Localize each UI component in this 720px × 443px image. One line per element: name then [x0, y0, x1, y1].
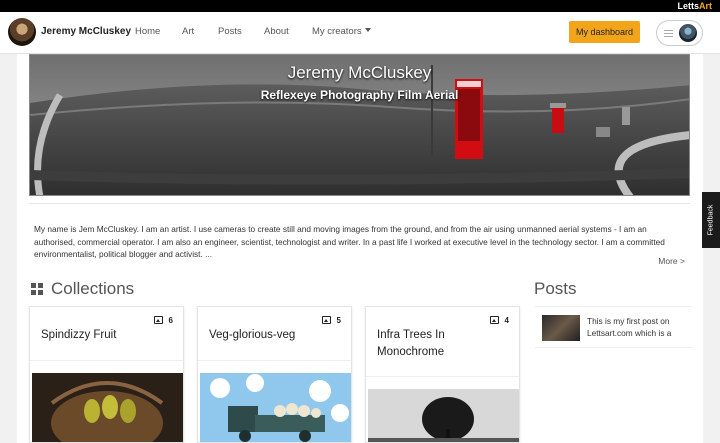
- banner-subtitle: Reflexeye Photography Film Aerial: [260, 88, 459, 102]
- collection-title: Spindizzy Fruit: [41, 329, 117, 341]
- user-avatar[interactable]: [8, 18, 36, 46]
- collection-card[interactable]: 4 Infra Trees In Monochrome: [365, 306, 520, 443]
- nav-link-art[interactable]: Art: [182, 26, 194, 37]
- feedback-label: Feedback: [707, 204, 715, 236]
- collection-title: Infra Trees In Monochrome: [377, 329, 445, 358]
- collection-count: 5: [336, 316, 341, 325]
- nav-link-posts[interactable]: Posts: [218, 26, 242, 37]
- nav-link-about[interactable]: About: [264, 26, 289, 37]
- banner-title: Jeremy McCluskey: [287, 63, 432, 82]
- collection-count: 6: [168, 316, 173, 325]
- card-divider: [30, 360, 183, 361]
- image-icon: [154, 316, 163, 324]
- divider: [29, 203, 690, 204]
- collection-image: [368, 389, 519, 442]
- brand-prefix: Letts: [677, 1, 699, 11]
- profile-banner: Jeremy McCluskey Reflexeye Photography F…: [29, 54, 690, 196]
- image-icon: [490, 316, 499, 324]
- my-dashboard-button[interactable]: My dashboard: [569, 21, 640, 43]
- collection-card[interactable]: 6 Spindizzy Fruit: [29, 306, 184, 443]
- card-divider: [366, 376, 519, 377]
- account-menu-button[interactable]: [656, 20, 703, 46]
- nav-link-home[interactable]: Home: [135, 26, 160, 37]
- grid-icon: [31, 283, 44, 296]
- account-avatar: [679, 24, 697, 42]
- brand-suffix: Art: [699, 1, 712, 11]
- card-divider: [198, 360, 351, 361]
- collection-card[interactable]: 5 Veg-glorious-veg: [197, 306, 352, 443]
- bio-text: My name is Jem McCluskey. I am an artist…: [34, 224, 665, 260]
- post-item[interactable]: This is my first post on Lettsart.com wh…: [535, 306, 692, 348]
- chevron-down-icon[interactable]: [365, 28, 371, 32]
- collection-image: [200, 373, 351, 442]
- hamburger-icon: [664, 30, 673, 37]
- user-name-link[interactable]: Jeremy McCluskey: [41, 26, 131, 37]
- nav-link-my-creators[interactable]: My creators: [312, 26, 362, 37]
- top-strip: LettsArt: [0, 0, 720, 12]
- posts-heading: Posts: [534, 279, 577, 298]
- collection-title: Veg-glorious-veg: [209, 329, 296, 341]
- collection-image: [32, 373, 183, 442]
- post-excerpt: This is my first post on Lettsart.com wh…: [587, 316, 672, 338]
- nav-bar: Jeremy McCluskey Home Art Posts About My…: [0, 12, 720, 54]
- image-icon: [322, 316, 331, 324]
- profile-content: Jeremy McCluskey Reflexeye Photography F…: [17, 54, 703, 443]
- collections-heading: Collections: [51, 279, 135, 298]
- lettsart-logo[interactable]: LettsArt: [677, 0, 712, 12]
- more-link[interactable]: More >: [658, 256, 685, 266]
- post-thumbnail: [542, 315, 580, 341]
- feedback-tab[interactable]: Feedback: [702, 192, 720, 248]
- collection-count: 4: [504, 316, 509, 325]
